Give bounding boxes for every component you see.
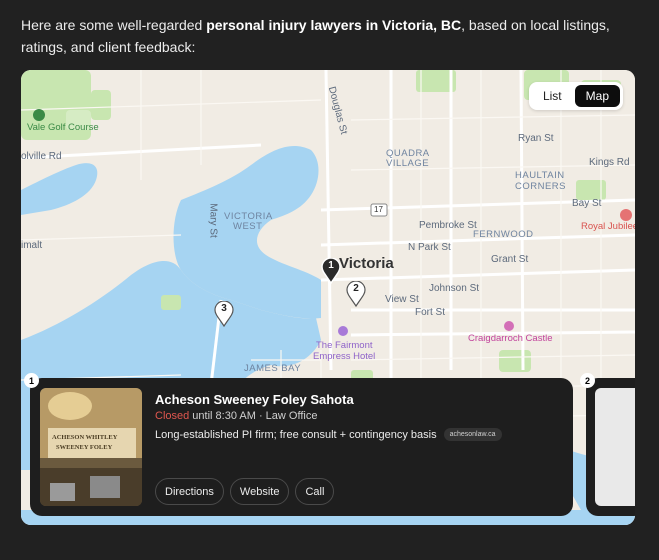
map-label-area: FERNWOOD xyxy=(473,229,534,240)
source-chip[interactable]: achesonlaw.ca xyxy=(443,428,502,441)
pin-number: 2 xyxy=(353,283,359,294)
map-label-poi: Empress Hotel xyxy=(313,351,376,362)
map-label-hospital: Royal Jubilee xyxy=(581,221,635,232)
call-button[interactable]: Call xyxy=(295,478,335,505)
place-actions: Directions Website Call xyxy=(155,478,335,505)
map-label-area: WEST xyxy=(233,221,263,232)
directions-button[interactable]: Directions xyxy=(155,478,224,505)
map-label-road: Johnson St xyxy=(429,283,480,294)
map-label-road: olville Rd xyxy=(21,151,62,162)
place-description: Long-established PI firm; free consult +… xyxy=(155,428,502,441)
map-label-area: imalt xyxy=(21,240,43,251)
pin-number: 1 xyxy=(328,260,334,271)
map-label-road: View St xyxy=(385,294,419,305)
pin-number: 3 xyxy=(221,303,227,314)
map-label-road: Fort St xyxy=(415,307,446,318)
status-closed: Closed xyxy=(155,410,190,422)
place-number-badge: 2 xyxy=(580,373,595,388)
sign-line-2: SWEENEY FOLEY xyxy=(56,444,113,451)
map-label-road: Kings Rd xyxy=(589,157,630,168)
description-text: Long-established PI firm; free consult +… xyxy=(155,428,437,441)
place-status: Closed until 8:30 AM · Law Office xyxy=(155,410,317,422)
intro-before: Here are some well-regarded xyxy=(21,17,207,33)
intro-bold: personal injury lawyers in Victoria, BC xyxy=(206,17,462,33)
route-shield-17: 17 xyxy=(374,205,383,214)
map-label-poi: Craigdarroch Castle xyxy=(468,333,553,344)
map-pin-1[interactable]: 1 xyxy=(321,257,341,285)
intro-text: Here are some well-regarded personal inj… xyxy=(21,14,641,58)
place-card-1[interactable]: ACHESON WHITLEY SWEENEY FOLEY Acheson Sw… xyxy=(30,378,573,516)
map-label-road: N Park St xyxy=(408,242,451,253)
place-card-2[interactable] xyxy=(586,378,635,516)
map-label-area: HAULTAIN xyxy=(515,170,565,181)
map-pin-2[interactable]: 2 xyxy=(346,280,366,308)
place-name[interactable]: Acheson Sweeney Foley Sahota xyxy=(155,392,354,407)
map-label-road: Mary St xyxy=(207,203,219,238)
map-label-area: JAMES BAY xyxy=(244,363,302,374)
map-label-golf: Vale Golf Course xyxy=(27,122,99,133)
map-pin-3[interactable]: 3 xyxy=(214,300,234,328)
place-photo: ACHESON WHITLEY SWEENEY FOLEY xyxy=(40,388,142,506)
map-label-area: CORNERS xyxy=(515,181,567,192)
map-label-area: VILLAGE xyxy=(386,158,430,169)
map-label-road: Ryan St xyxy=(518,133,554,144)
toggle-map[interactable]: Map xyxy=(574,85,620,107)
map-label-road: Pembroke St xyxy=(419,220,477,231)
view-toggle[interactable]: List Map xyxy=(528,82,623,110)
map-label-city: Victoria xyxy=(339,255,394,272)
place-number-badge: 1 xyxy=(24,373,39,388)
toggle-list[interactable]: List xyxy=(532,85,573,107)
place-hours: until 8:30 AM · Law Office xyxy=(189,410,318,422)
map-label-road: Grant St xyxy=(491,254,529,265)
place-photo xyxy=(595,388,635,506)
map-widget[interactable]: Vale Golf Course olville Rd Douglas St Q… xyxy=(21,70,635,525)
sign-line-1: ACHESON WHITLEY xyxy=(52,434,118,441)
website-button[interactable]: Website xyxy=(229,478,290,505)
map-label-road: Bay St xyxy=(572,198,602,209)
map-label-poi: The Fairmont xyxy=(316,340,373,351)
